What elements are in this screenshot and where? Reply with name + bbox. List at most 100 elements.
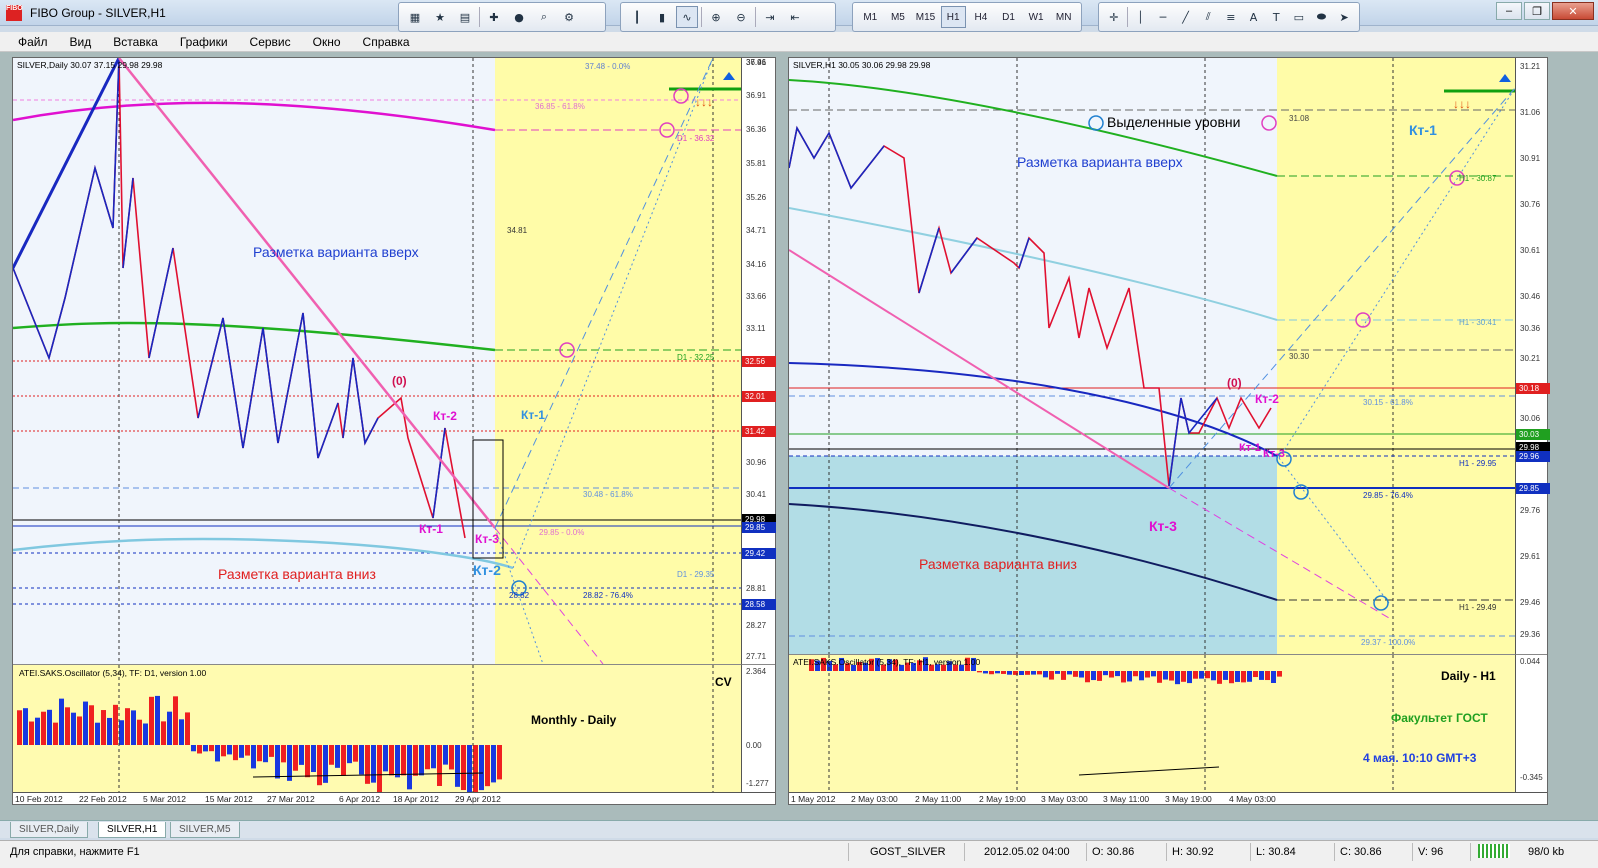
histogram-bar (1139, 671, 1144, 681)
histogram-bar (485, 745, 490, 787)
maximize-button[interactable]: ❐ (1524, 2, 1550, 20)
zoom-out-icon[interactable]: ⊖ (730, 6, 752, 28)
tf-h1[interactable]: H1 (940, 6, 966, 28)
vertical-line-icon[interactable]: │ (1131, 6, 1151, 28)
menu-file[interactable]: Файл (18, 35, 48, 49)
histogram-bar (1205, 671, 1210, 679)
arrows-icon[interactable]: ➤ (1334, 6, 1354, 28)
chart-window-silver-daily[interactable]: ↓↓↓ SILVER,Daily 30.07 37.15 29.98 29.98… (12, 57, 776, 805)
line-chart-icon[interactable]: ∿ (676, 6, 698, 28)
menu-tools[interactable]: Сервис (250, 35, 291, 49)
search-icon[interactable]: ⌕ (533, 6, 555, 28)
tab-silver-m5[interactable]: SILVER,M5 (170, 822, 240, 838)
oscillator-header: ATEI.SAKS.Oscillator (5,34), TF: D1, ver… (19, 668, 207, 678)
histogram-bar (143, 723, 148, 745)
histogram-bar (467, 745, 472, 792)
level-label: 29.85 - 76.4% (1363, 491, 1413, 500)
status-low: L: 30.84 (1256, 846, 1296, 858)
tf-m1[interactable]: M1 (858, 6, 883, 28)
rectangle-icon[interactable]: ▭ (1289, 6, 1309, 28)
oscillator-panel-h1[interactable]: ATEI.SAKS.Oscillator (5,34), TF: H1, ver… (789, 654, 1515, 792)
level-label: 29.37 - 100.0% (1361, 638, 1416, 647)
text-label-icon[interactable]: T (1266, 6, 1286, 28)
menu-bar: Файл Вид Вставка Графики Сервис Окно Спр… (0, 32, 1598, 52)
connection-bars-icon (1478, 844, 1510, 858)
chart-shift-icon[interactable]: ⇤ (784, 6, 806, 28)
autoscroll-icon[interactable]: ⇥ (759, 6, 781, 28)
histogram-bar (1091, 671, 1096, 681)
fibonacci-icon[interactable]: ≡ (1221, 6, 1241, 28)
chart-window-silver-h1[interactable]: ↓↓↓ SILVER,H1 30.05 30.06 29.98 29.98 Вы… (788, 57, 1550, 805)
histogram-bar (1007, 671, 1012, 675)
tf-m15[interactable]: M15 (913, 6, 938, 28)
histogram-bar (347, 745, 352, 764)
menu-window[interactable]: Окно (313, 35, 341, 49)
price-axis-h1[interactable]: 31.21 31.06 30.91 30.76 30.61 30.46 30.3… (1515, 58, 1550, 654)
alert-icon[interactable]: ● (508, 6, 530, 28)
oscillator-axis-daily: 2.364 0.00 -1.277 (741, 664, 775, 792)
histogram-bar (1019, 671, 1024, 676)
histogram-bar (1133, 671, 1138, 677)
histogram-bar (995, 671, 1000, 674)
histogram-bar (1217, 671, 1222, 684)
status-help: Для справки, нажмите F1 (10, 846, 140, 858)
histogram-bar (1049, 671, 1054, 680)
price-tag: 29.85 (742, 522, 776, 533)
histogram-bar (1103, 671, 1108, 676)
selected-levels-label: Выделенные уровни (1107, 114, 1241, 130)
tf-d1[interactable]: D1 (996, 6, 1021, 28)
tf-m5[interactable]: M5 (886, 6, 911, 28)
kt3-small-label: Кт-3 (1263, 448, 1285, 460)
window-title: FIBO Group - SILVER,H1 (30, 6, 166, 20)
level-label: 37.48 - 0.0% (585, 62, 631, 71)
histogram-bar (155, 695, 160, 745)
profiles-icon[interactable]: ★ (429, 6, 451, 28)
histogram-bar (89, 705, 94, 745)
histogram-bar (293, 745, 298, 771)
menu-charts[interactable]: Графики (180, 35, 228, 49)
minimize-button[interactable]: – (1496, 2, 1522, 20)
zoom-in-icon[interactable]: ⊕ (705, 6, 727, 28)
histogram-bar (353, 745, 358, 762)
tf-mn[interactable]: MN (1051, 6, 1076, 28)
histogram-bar (371, 745, 376, 783)
menu-view[interactable]: Вид (70, 35, 92, 49)
price-chart-h1[interactable]: ↓↓↓ SILVER,H1 30.05 30.06 29.98 29.98 Вы… (789, 58, 1515, 654)
trendline-icon[interactable]: ╱ (1176, 6, 1196, 28)
price-axis-daily[interactable]: 37.46 36.91 36.91 36.36 35.81 35.26 34.7… (741, 58, 776, 664)
horizontal-line-icon[interactable]: ─ (1153, 6, 1173, 28)
tab-silver-daily[interactable]: SILVER,Daily (10, 822, 88, 838)
close-button[interactable]: ✕ (1552, 2, 1594, 20)
histogram-bar (245, 745, 250, 756)
tf-h4[interactable]: H4 (969, 6, 994, 28)
price-chart-daily[interactable]: ↓↓↓ SILVER,Daily 30.07 37.15 29.98 29.98… (13, 58, 741, 664)
histogram-bar (1037, 671, 1042, 675)
price-tag: 29.42 (742, 548, 776, 559)
candle-chart-icon[interactable]: ▮ (651, 6, 673, 28)
histogram-bar (173, 696, 178, 745)
menu-insert[interactable]: Вставка (113, 35, 158, 49)
crosshair-icon[interactable]: ✛ (1104, 6, 1124, 28)
ellipse-icon[interactable]: ⬬ (1312, 6, 1332, 28)
bar-chart-icon[interactable]: ┃ (626, 6, 648, 28)
time-axis-h1: 1 May 2012 2 May 03:00 2 May 11:00 2 May… (789, 792, 1547, 804)
tab-silver-h1[interactable]: SILVER,H1 (98, 822, 167, 838)
histogram-bar (269, 745, 274, 757)
tf-w1[interactable]: W1 (1024, 6, 1049, 28)
channel-icon[interactable]: ⫽ (1198, 6, 1218, 28)
new-chart-icon[interactable]: ▦ (404, 6, 426, 28)
new-order-icon[interactable]: ✚ (483, 6, 505, 28)
level-label: 28.82 - 76.4% (583, 591, 633, 600)
level-label: H1 - 29.49 (1459, 603, 1497, 612)
text-icon[interactable]: A (1244, 6, 1264, 28)
market-watch-icon[interactable]: ▤ (454, 6, 476, 28)
oscillator-panel-daily[interactable]: ATEI.SAKS.Oscillator (5,34), TF: D1, ver… (13, 664, 741, 792)
kt1-label: Кт-1 (419, 522, 443, 536)
settings-icon[interactable]: ⚙ (558, 6, 580, 28)
histogram-bar (287, 745, 292, 781)
histogram-bar (101, 710, 106, 745)
status-traffic: 98/0 kb (1528, 846, 1565, 858)
menu-help[interactable]: Справка (363, 35, 410, 49)
level-label: D1 - 32.25 (677, 353, 715, 362)
level-label: 28.82 (509, 591, 530, 600)
